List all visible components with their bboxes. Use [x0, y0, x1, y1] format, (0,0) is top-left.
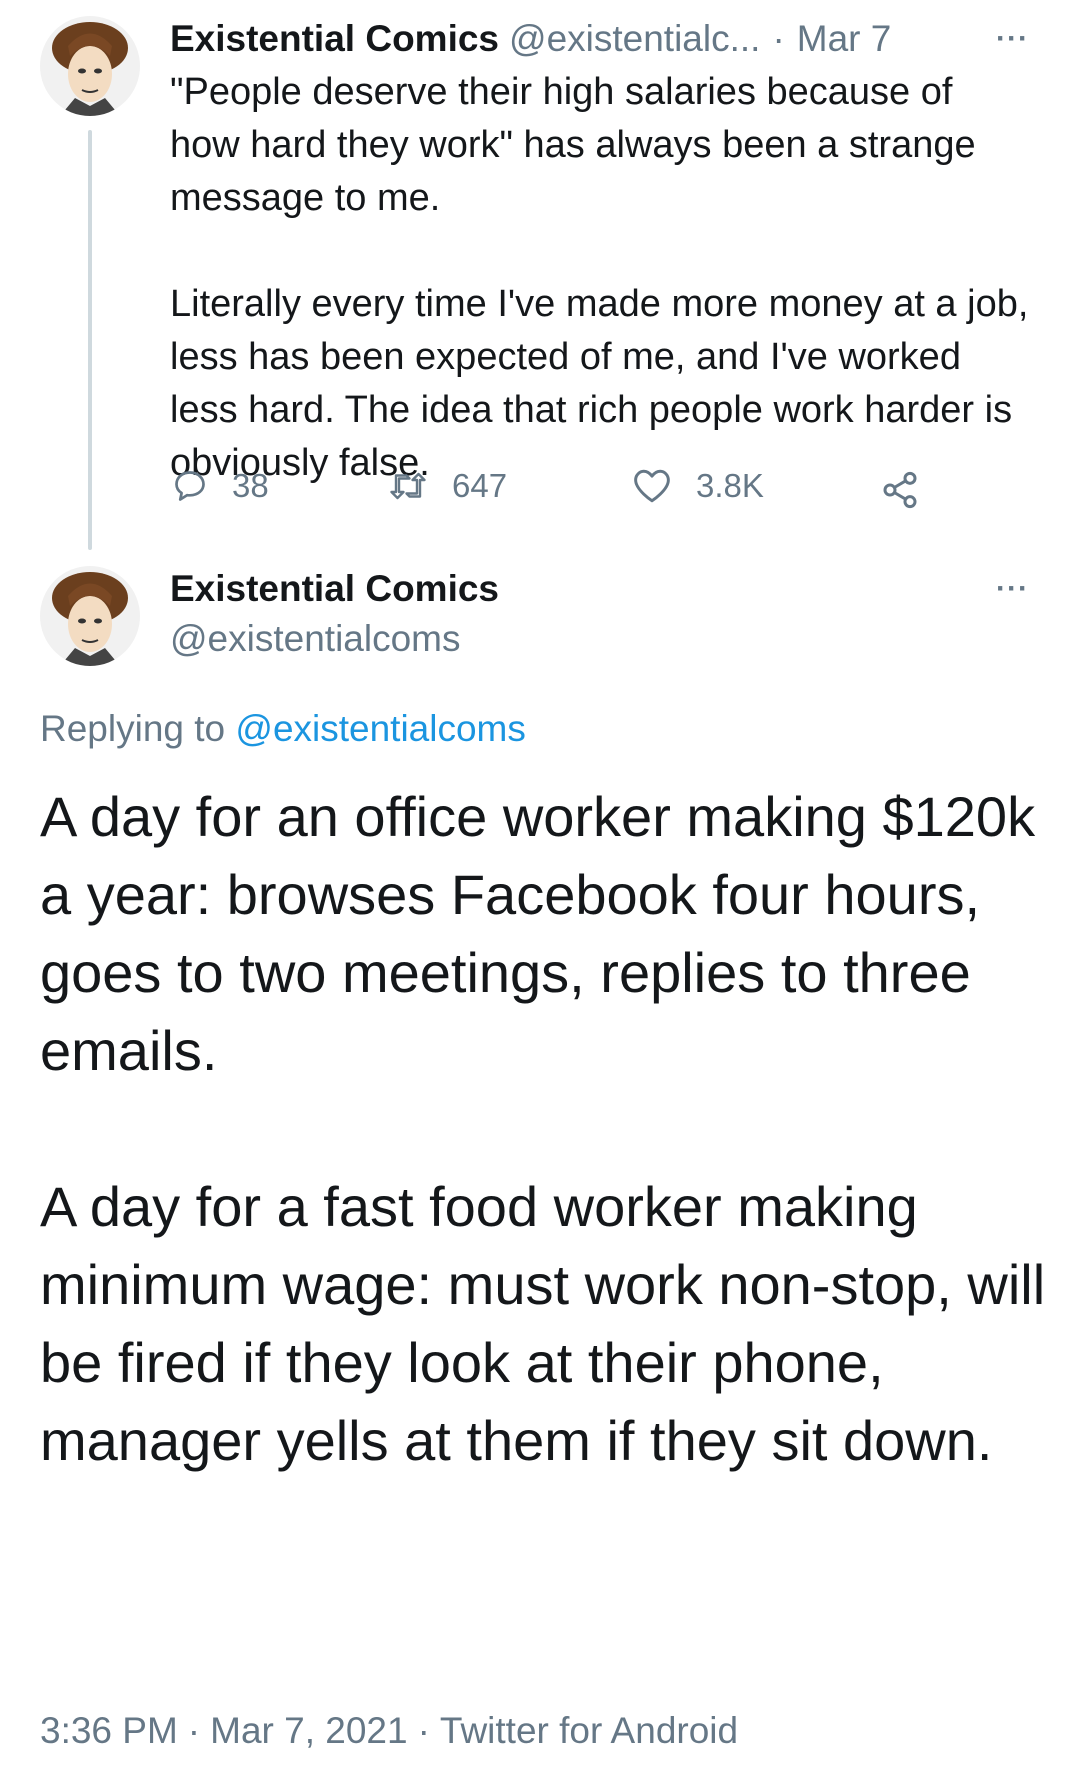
author-name[interactable]: Existential Comics	[170, 18, 499, 60]
author-handle[interactable]: @existentialc...	[509, 18, 760, 60]
tweet-date[interactable]: Mar 7, 2021	[210, 1710, 407, 1752]
retweet-icon	[390, 472, 426, 500]
retweet-button[interactable]: 647	[388, 467, 507, 505]
replying-to-link[interactable]: @existentialcoms	[235, 708, 526, 749]
tweet-client[interactable]: Twitter for Android	[440, 1710, 738, 1752]
tweet-text: A day for an office worker making $120k …	[40, 785, 1046, 1472]
more-options-icon[interactable]: ···	[996, 572, 1029, 606]
heart-icon	[634, 469, 670, 503]
tweet-date[interactable]: Mar 7	[797, 18, 892, 60]
like-count: 3.8K	[696, 467, 764, 504]
replying-to: Replying to @existentialcoms	[40, 708, 526, 750]
like-button[interactable]: 3.8K	[632, 467, 764, 505]
share-icon	[883, 471, 917, 509]
separator-dot: ·	[417, 1710, 430, 1751]
share-button[interactable]	[880, 470, 920, 515]
tweet-time[interactable]: 3:36 PM	[40, 1710, 178, 1752]
author-name[interactable]: Existential Comics	[170, 568, 499, 610]
separator-dot: ·	[772, 18, 785, 59]
separator-dot: ·	[187, 1710, 201, 1751]
avatar[interactable]	[40, 566, 140, 666]
more-options-icon[interactable]: ···	[996, 22, 1029, 56]
author-handle[interactable]: @existentialcoms	[170, 618, 461, 660]
tweet-text: "People deserve their high salaries beca…	[170, 71, 1029, 484]
thread-line	[88, 130, 92, 550]
tweet-header: Existential Comics @existentialc... · Ma…	[170, 18, 891, 60]
reply-count: 38	[232, 467, 269, 504]
avatar[interactable]	[40, 16, 140, 116]
reply-button[interactable]: 38	[172, 467, 269, 505]
retweet-count: 647	[452, 467, 508, 504]
tweet-meta: 3:36 PM · Mar 7, 2021 · Twitter for Andr…	[40, 1710, 738, 1752]
replying-prefix: Replying to	[40, 708, 226, 749]
reply-icon	[175, 471, 205, 501]
